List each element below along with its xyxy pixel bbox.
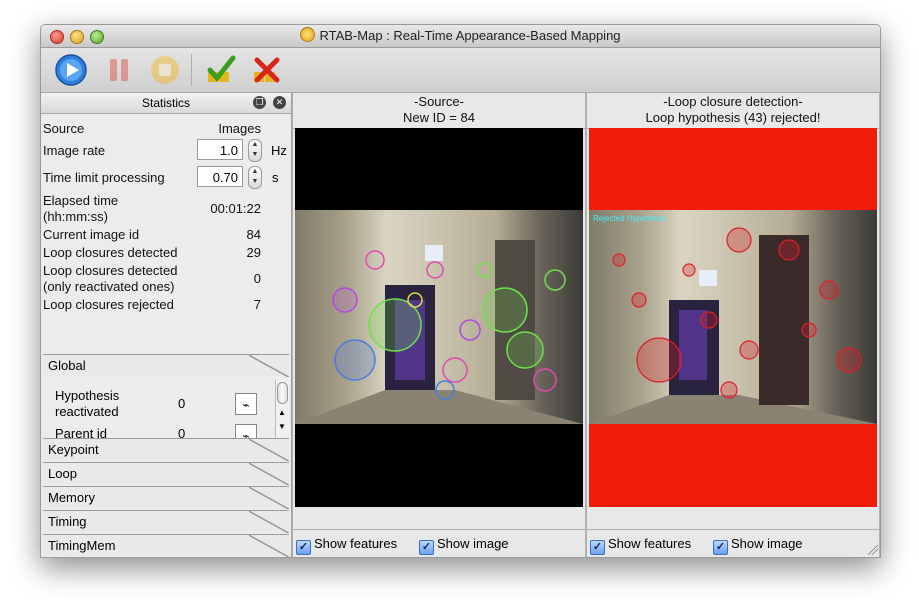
zoom-window-button[interactable] bbox=[90, 30, 104, 44]
plot-parent-id-icon[interactable]: ⌁ bbox=[235, 424, 257, 438]
source-panel: -Source- New ID = 84 ✓ Show features ✓ S… bbox=[292, 93, 586, 557]
tab-memory[interactable]: Memory bbox=[43, 486, 289, 509]
tab-global-label: Global bbox=[48, 358, 86, 373]
window-title: RTAB-Map : Real-Time Appearance-Based Ma… bbox=[319, 28, 621, 43]
time-limit-label: Time limit processing bbox=[43, 170, 165, 185]
time-limit-stepper[interactable]: ▲ ▼ bbox=[248, 166, 262, 189]
source-show-image-label: Show image bbox=[437, 536, 509, 551]
source-show-features-label: Show features bbox=[314, 536, 398, 551]
scroll-thumb[interactable] bbox=[277, 382, 288, 404]
image-rate-stepper[interactable]: ▲ ▼ bbox=[248, 139, 262, 162]
source-panel-footer: ✓ Show features ✓ Show image bbox=[293, 529, 585, 557]
image-rate-unit: Hz bbox=[271, 143, 287, 158]
float-dock-icon[interactable]: ❐ bbox=[253, 96, 266, 109]
loop-subtitle: Loop hypothesis (43) rejected! bbox=[645, 110, 821, 125]
elapsed-label-unit: (hh:mm:ss) bbox=[43, 209, 108, 224]
global-scrollbar[interactable]: ▲ ▼ bbox=[275, 380, 289, 438]
play-icon[interactable] bbox=[55, 54, 87, 86]
elapsed-label: Elapsed time bbox=[43, 193, 119, 208]
source-show-features-checkbox[interactable]: ✓ Show features bbox=[296, 530, 397, 557]
loop-image: Rejected Hypothesis bbox=[589, 210, 877, 424]
loop-show-features-label: Show features bbox=[608, 536, 692, 551]
check-icon[interactable] bbox=[205, 54, 237, 86]
toolbar-separator bbox=[191, 54, 192, 86]
tab-loop[interactable]: Loop bbox=[43, 462, 289, 485]
loop-image-view[interactable]: Rejected Hypothesis bbox=[589, 128, 877, 507]
loops-detected-value: 29 bbox=[246, 245, 261, 260]
global-tab-content: Hypothesis reactivated 0 ⌁ Parent id 0 ⌁… bbox=[43, 380, 289, 438]
scroll-up-icon[interactable]: ▲ bbox=[278, 408, 286, 417]
loops-detected-label: Loop closures detected bbox=[43, 245, 178, 260]
loops-rejected-value: 7 bbox=[253, 297, 261, 312]
time-limit-input[interactable]: 0.70 bbox=[197, 166, 243, 187]
tab-keypoint[interactable]: Keypoint bbox=[43, 438, 289, 461]
time-limit-unit: s bbox=[272, 170, 279, 185]
tab-keypoint-label: Keypoint bbox=[48, 442, 99, 457]
loop-panel-header: -Loop closure detection- Loop hypothesis… bbox=[587, 93, 879, 129]
dock-title-bar: Statistics ❐ ✕ bbox=[41, 93, 291, 114]
elapsed-value: 00:01:22 bbox=[210, 201, 261, 216]
tab-memory-label: Memory bbox=[48, 490, 95, 505]
loops-rejected-label: Loop closures rejected bbox=[43, 297, 174, 312]
hypothesis-value: 0 bbox=[178, 396, 186, 411]
stop-icon[interactable] bbox=[149, 54, 181, 86]
source-value: Images bbox=[218, 121, 261, 136]
source-image bbox=[295, 210, 583, 424]
toolbar bbox=[41, 48, 880, 93]
image-rate-input[interactable]: 1.0 bbox=[197, 139, 243, 160]
tab-loop-label: Loop bbox=[48, 466, 77, 481]
source-image-view[interactable] bbox=[295, 128, 583, 507]
minimize-window-button[interactable] bbox=[70, 30, 84, 44]
hypothesis-label-2: reactivated bbox=[55, 404, 119, 419]
tab-timingmem-label: TimingMem bbox=[48, 538, 116, 553]
source-show-image-checkbox[interactable]: ✓ Show image bbox=[419, 530, 509, 557]
source-title: -Source- bbox=[414, 94, 464, 109]
loops-reactivated-value: 0 bbox=[253, 271, 261, 286]
app-icon bbox=[300, 27, 316, 42]
plot-hypothesis-icon[interactable]: ⌁ bbox=[235, 393, 257, 415]
source-scene bbox=[295, 240, 583, 424]
parent-id-label: Parent id bbox=[55, 426, 108, 438]
hypothesis-label: Hypothesis bbox=[55, 388, 120, 403]
source-panel-header: -Source- New ID = 84 bbox=[293, 93, 585, 129]
loop-show-image-label: Show image bbox=[731, 536, 803, 551]
statistics-dock: Statistics ❐ ✕ Source Images Image rate … bbox=[41, 93, 292, 557]
current-id-value: 84 bbox=[246, 227, 261, 242]
source-label: Source bbox=[43, 121, 85, 136]
loops-reactivated-label-2: (only reactivated ones) bbox=[43, 279, 175, 294]
close-window-button[interactable] bbox=[50, 30, 64, 44]
source-subtitle: New ID = 84 bbox=[403, 110, 475, 125]
scroll-down-icon[interactable]: ▼ bbox=[278, 422, 286, 431]
overlay-text: Rejected Hypothesis bbox=[593, 214, 666, 223]
resize-grip[interactable] bbox=[868, 545, 878, 555]
parent-id-value: 0 bbox=[178, 426, 186, 438]
pause-icon[interactable] bbox=[103, 54, 135, 86]
tab-timing[interactable]: Timing bbox=[43, 510, 289, 533]
tab-timing-label: Timing bbox=[48, 514, 87, 529]
title-bar: RTAB-Map : Real-Time Appearance-Based Ma… bbox=[41, 25, 880, 48]
loop-closure-panel: -Loop closure detection- Loop hypothesis… bbox=[586, 93, 880, 557]
current-id-label: Current image id bbox=[43, 227, 140, 242]
dock-title: Statistics bbox=[141, 96, 190, 110]
loop-title: -Loop closure detection- bbox=[663, 94, 803, 109]
tab-timingmem[interactable]: TimingMem bbox=[43, 534, 289, 557]
loops-reactivated-label: Loop closures detected bbox=[43, 263, 178, 278]
loop-show-image-checkbox[interactable]: ✓ Show image bbox=[713, 530, 803, 557]
loop-show-features-checkbox[interactable]: ✓ Show features bbox=[590, 530, 691, 557]
image-rate-label: Image rate bbox=[43, 143, 106, 158]
close-dock-icon[interactable]: ✕ bbox=[273, 96, 286, 109]
x-icon[interactable] bbox=[251, 54, 283, 86]
loop-scene: Rejected Hypothesis bbox=[589, 214, 877, 424]
loop-panel-footer: ✓ Show features ✓ Show image bbox=[587, 529, 879, 557]
tab-global[interactable]: Global bbox=[43, 354, 289, 377]
main-window: RTAB-Map : Real-Time Appearance-Based Ma… bbox=[40, 24, 881, 558]
